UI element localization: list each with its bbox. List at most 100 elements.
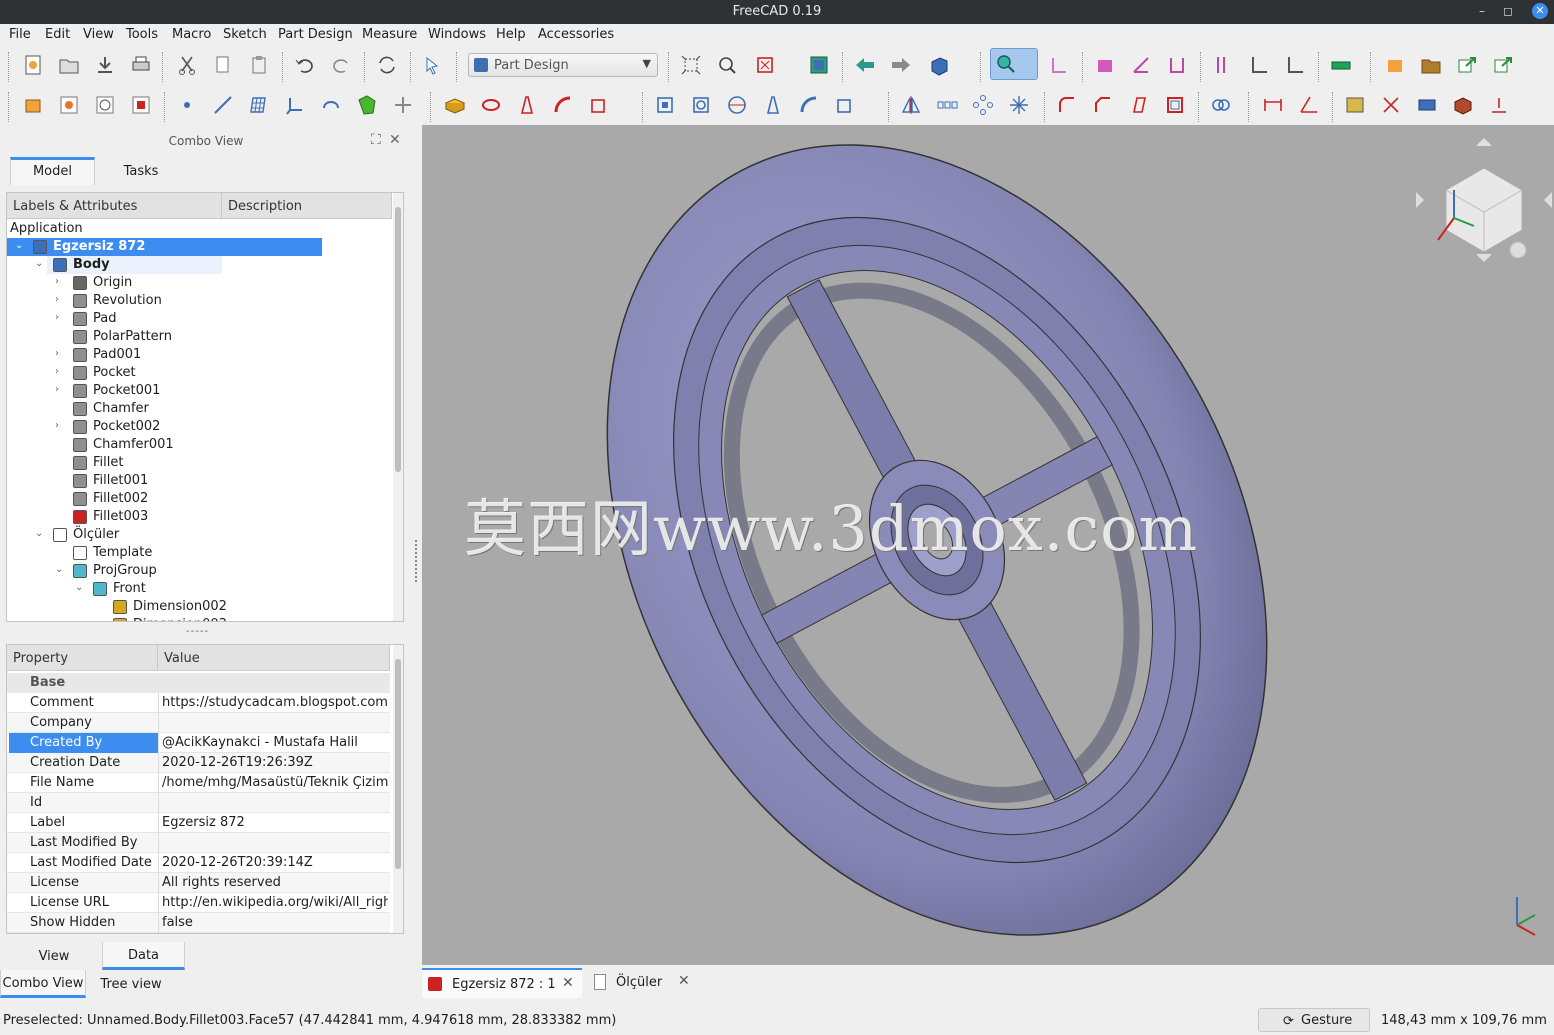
datum-plane-icon[interactable]: [1048, 54, 1070, 76]
expand-icon[interactable]: ›: [55, 420, 59, 431]
tree-item[interactable]: Dimension002: [7, 598, 392, 616]
tree-item[interactable]: › Pocket002: [7, 418, 392, 436]
tree-item[interactable]: ⌄ Ölçüler: [7, 526, 392, 544]
property-group-base[interactable]: Base: [7, 673, 390, 693]
paste-icon[interactable]: [248, 54, 270, 76]
menu-help[interactable]: Help: [496, 27, 526, 42]
multi-transform-icon[interactable]: [1008, 94, 1030, 116]
property-value[interactable]: false: [162, 915, 388, 930]
tree-item[interactable]: › Pad001: [7, 346, 392, 364]
expand-icon[interactable]: ›: [55, 276, 59, 287]
techdraw-projection-icon[interactable]: [1416, 94, 1438, 116]
whats-this-icon[interactable]: [422, 54, 444, 76]
bounding-box-icon[interactable]: [808, 54, 830, 76]
forward-arrow-icon[interactable]: [890, 54, 912, 76]
property-value[interactable]: /home/mhg/Masaüstü/Teknik Çizim...: [162, 775, 388, 790]
property-row[interactable]: Company: [7, 713, 390, 733]
additive-loft-icon[interactable]: [516, 94, 538, 116]
property-value[interactable]: Egzersiz 872: [162, 815, 388, 830]
pocket-icon[interactable]: [654, 94, 676, 116]
close-tab-icon[interactable]: ✕: [678, 973, 690, 989]
redo-icon[interactable]: [330, 54, 352, 76]
workbench-selector[interactable]: Part Design ▼: [468, 53, 658, 77]
property-row[interactable]: Creation Date 2020-12-26T19:26:39Z: [7, 753, 390, 773]
clone-icon[interactable]: [392, 94, 414, 116]
measure-angular-icon[interactable]: [1130, 54, 1152, 76]
fillet-icon[interactable]: [1056, 94, 1078, 116]
menu-measure[interactable]: Measure: [362, 27, 417, 42]
menu-file[interactable]: File: [9, 27, 31, 42]
techdraw-view-icon[interactable]: [1344, 94, 1366, 116]
property-value[interactable]: https://studycadcam.blogspot.com: [162, 695, 388, 710]
measure-toggle-delta-icon[interactable]: [1284, 54, 1306, 76]
tree-header-labels[interactable]: Labels & Attributes: [7, 193, 222, 219]
measure-linear-icon[interactable]: [1094, 54, 1116, 76]
map-sketch-icon[interactable]: [130, 94, 152, 116]
tree-header-description[interactable]: Description: [222, 193, 392, 219]
tab-model[interactable]: Model: [10, 157, 95, 185]
measure-zoom-active-icon[interactable]: [990, 48, 1038, 80]
tree-item[interactable]: ⌄ Body: [7, 256, 392, 274]
tree-scrollbar-thumb[interactable]: [395, 207, 401, 472]
navigation-style-button[interactable]: ⟳ Gesture: [1258, 1008, 1370, 1032]
undo-icon[interactable]: [294, 54, 316, 76]
tree-item[interactable]: › Pocket001: [7, 382, 392, 400]
property-row[interactable]: Comment https://studycadcam.blogspot.com: [7, 693, 390, 713]
tree-item[interactable]: PolarPattern: [7, 328, 392, 346]
menu-part-design[interactable]: Part Design: [278, 27, 353, 42]
tab-combo-view[interactable]: Combo View: [0, 970, 86, 998]
techdraw-balloon-icon[interactable]: [1488, 94, 1510, 116]
subtractive-primitive-icon[interactable]: [834, 94, 856, 116]
property-row[interactable]: License All rights reserved: [7, 873, 390, 893]
property-row[interactable]: License URL http://en.wikipedia.org/wiki/…: [7, 893, 390, 913]
revolution-icon[interactable]: [480, 94, 502, 116]
expand-icon[interactable]: ›: [55, 348, 59, 359]
doc-tab-3d-view[interactable]: Egzersiz 872 : 1 ✕: [422, 968, 582, 998]
create-sketch-icon[interactable]: [58, 94, 80, 116]
property-row[interactable]: Last Modified By: [7, 833, 390, 853]
menu-view[interactable]: View: [83, 27, 114, 42]
menu-accessories[interactable]: Accessories: [538, 27, 614, 42]
datum-plane-grid-icon[interactable]: [248, 94, 270, 116]
menu-tools[interactable]: Tools: [126, 27, 158, 42]
tree-item[interactable]: › Pocket: [7, 364, 392, 382]
tree-item[interactable]: Fillet001: [7, 472, 392, 490]
menu-edit[interactable]: Edit: [45, 27, 70, 42]
close-tab-icon[interactable]: ✕: [562, 975, 574, 991]
doc-tab-olculer[interactable]: Ölçüler ✕: [590, 968, 700, 998]
tree-item[interactable]: ⌄ Egzersiz 872: [7, 238, 392, 256]
save-document-icon[interactable]: [94, 54, 116, 76]
collapse-icon[interactable]: ⌄: [55, 564, 63, 575]
thickness-icon[interactable]: [1164, 94, 1186, 116]
dimension-angle-icon[interactable]: [1298, 94, 1320, 116]
datum-point-icon[interactable]: [176, 94, 198, 116]
measure-toggle-icon[interactable]: [1248, 54, 1270, 76]
tree-item[interactable]: Fillet: [7, 454, 392, 472]
maximize-button[interactable]: ◻: [1500, 3, 1516, 19]
subtractive-loft-icon[interactable]: [762, 94, 784, 116]
minimize-button[interactable]: –: [1474, 3, 1490, 19]
menu-windows[interactable]: Windows: [428, 27, 486, 42]
property-row[interactable]: Created By @AcikKaynakci - Mustafa Halil: [7, 733, 390, 753]
subtractive-pipe-icon[interactable]: [798, 94, 820, 116]
chamfer-icon[interactable]: [1092, 94, 1114, 116]
property-row[interactable]: Last Modified Date 2020-12-26T20:39:14Z: [7, 853, 390, 873]
create-body-icon[interactable]: [22, 94, 44, 116]
tree-item[interactable]: › Revolution: [7, 292, 392, 310]
property-row[interactable]: Id: [7, 793, 390, 813]
expand-icon[interactable]: ›: [55, 294, 59, 305]
collapse-icon[interactable]: ⌄: [75, 582, 83, 593]
shape-binder-icon[interactable]: [320, 94, 342, 116]
tree-item[interactable]: ⌄ ProjGroup: [7, 562, 392, 580]
property-row[interactable]: Label Egzersiz 872: [7, 813, 390, 833]
prop-header-property[interactable]: Property: [7, 645, 158, 671]
local-coordinate-system-icon[interactable]: [284, 94, 306, 116]
tree-item[interactable]: Fillet002: [7, 490, 392, 508]
view-isometric-icon[interactable]: [928, 54, 950, 76]
tree-item[interactable]: Fillet003: [7, 508, 392, 526]
property-value[interactable]: http://en.wikipedia.org/wiki/All_righ...: [162, 895, 388, 910]
polar-pattern-icon[interactable]: [972, 94, 994, 116]
model-tree[interactable]: Labels & Attributes Description Applicat…: [6, 192, 404, 622]
collapse-icon[interactable]: ⌄: [35, 258, 43, 269]
cut-icon[interactable]: [176, 54, 198, 76]
